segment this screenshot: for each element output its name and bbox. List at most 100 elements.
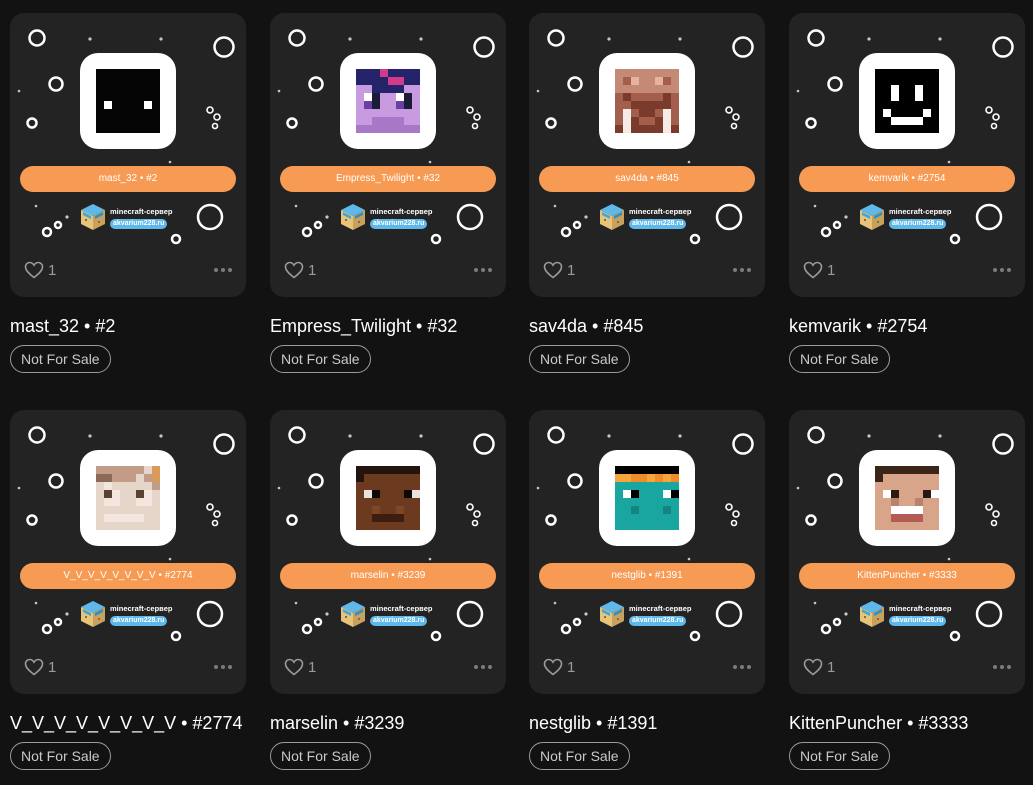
heart-icon [284,261,304,279]
more-options-button[interactable] [993,268,1011,272]
nft-name-pill: KittenPuncher • #3333 [799,563,1015,589]
nft-card[interactable]: Empress_Twilight • #32 minecraft-сервер … [270,13,506,297]
nft-card[interactable]: marselin • #3239 minecraft-сервер akvari… [270,410,506,694]
skin-avatar [80,450,176,546]
sale-status-badge: Not For Sale [10,742,111,770]
nft-title[interactable]: sav4da • #845 [529,315,765,337]
grin-face-skin [875,466,939,530]
nft-name-pill: V_V_V_V_V_V_V_V • #2774 [20,563,236,589]
skin-avatar [340,53,436,149]
like-count: 1 [48,658,57,676]
minecraft-grass-block-icon [600,204,624,230]
server-url[interactable]: akvarium228.ru [370,219,428,229]
server-name: minecraft-сервер [889,604,952,613]
like-button[interactable]: 1 [543,658,575,676]
nft-card[interactable]: nestglib • #1391 minecraft-сервер akvari… [529,410,765,694]
server-url[interactable]: akvarium228.ru [889,616,947,626]
nft-title[interactable]: kemvarik • #2754 [789,315,1025,337]
walrus-skin [615,69,679,133]
sale-status-badge: Not For Sale [270,345,371,373]
more-options-button[interactable] [474,268,492,272]
like-count: 1 [308,261,317,279]
like-button[interactable]: 1 [24,658,56,676]
sale-status-badge: Not For Sale [529,345,630,373]
nft-item-empress_twilight: Empress_Twilight • #32 minecraft-сервер … [270,13,506,373]
sale-status-badge: Not For Sale [529,742,630,770]
server-url[interactable]: akvarium228.ru [629,219,687,229]
nft-item-mast_32: mast_32 • #2 minecraft-сервер akvarium22… [10,13,246,373]
nft-item-kittenpuncher: KittenPuncher • #3333 minecraft-сервер a… [789,410,1025,770]
server-name: minecraft-сервер [889,207,952,216]
heart-icon [543,261,563,279]
nft-card[interactable]: KittenPuncher • #3333 minecraft-сервер a… [789,410,1025,694]
like-button[interactable]: 1 [803,261,835,279]
platypus-skin [615,466,679,530]
server-name: minecraft-сервер [110,207,173,216]
more-options-button[interactable] [214,268,232,272]
like-count: 1 [567,658,576,676]
nft-card[interactable]: mast_32 • #2 minecraft-сервер akvarium22… [10,13,246,297]
more-options-button[interactable] [733,665,751,669]
nft-title[interactable]: KittenPuncher • #3333 [789,712,1025,734]
sale-status-badge: Not For Sale [270,742,371,770]
more-options-button[interactable] [733,268,751,272]
server-url[interactable]: akvarium228.ru [110,616,168,626]
more-options-button[interactable] [993,665,1011,669]
heart-icon [803,658,823,676]
heart-icon [543,658,563,676]
dark-face-skin [356,466,420,530]
server-name: minecraft-сервер [629,207,692,216]
nft-grid: mast_32 • #2 minecraft-сервер akvarium22… [0,0,1033,785]
server-url[interactable]: akvarium228.ru [110,219,168,229]
like-button[interactable]: 1 [24,261,56,279]
heart-icon [24,261,44,279]
like-button[interactable]: 1 [543,261,575,279]
more-options-button[interactable] [474,665,492,669]
nft-name-pill: kemvarik • #2754 [799,166,1015,192]
minecraft-grass-block-icon [341,204,365,230]
nft-name-pill: mast_32 • #2 [20,166,236,192]
nft-card[interactable]: V_V_V_V_V_V_V_V • #2774 minecraft-сервер… [10,410,246,694]
nft-item-marselin: marselin • #3239 minecraft-сервер akvari… [270,410,506,770]
nft-name-pill: nestglib • #1391 [539,563,755,589]
nft-card[interactable]: sav4da • #845 minecraft-сервер akvarium2… [529,13,765,297]
pale-skin [96,466,160,530]
server-name: minecraft-сервер [370,604,433,613]
heart-icon [803,261,823,279]
heart-icon [284,658,304,676]
sale-status-badge: Not For Sale [789,345,890,373]
like-count: 1 [308,658,317,676]
skin-avatar [859,450,955,546]
skin-avatar [859,53,955,149]
skin-avatar [80,53,176,149]
nft-item-sav4da: sav4da • #845 minecraft-сервер akvarium2… [529,13,765,373]
like-count: 1 [827,261,836,279]
nft-item-nestglib: nestglib • #1391 minecraft-сервер akvari… [529,410,765,770]
server-name: minecraft-сервер [370,207,433,216]
server-name: minecraft-сервер [110,604,173,613]
like-count: 1 [567,261,576,279]
server-url[interactable]: akvarium228.ru [370,616,428,626]
server-url[interactable]: akvarium228.ru [629,616,687,626]
nft-title[interactable]: marselin • #3239 [270,712,506,734]
more-options-button[interactable] [214,665,232,669]
like-count: 1 [827,658,836,676]
minecraft-grass-block-icon [860,601,884,627]
server-name: minecraft-сервер [629,604,692,613]
like-button[interactable]: 1 [284,658,316,676]
nft-title[interactable]: V_V_V_V_V_V_V_V • #2774 [10,712,246,734]
server-url[interactable]: akvarium228.ru [889,219,947,229]
minecraft-grass-block-icon [600,601,624,627]
minecraft-grass-block-icon [81,601,105,627]
nft-title[interactable]: nestglib • #1391 [529,712,765,734]
nft-title[interactable]: Empress_Twilight • #32 [270,315,506,337]
black-face-skin [96,69,160,133]
nft-card[interactable]: kemvarik • #2754 minecraft-сервер akvari… [789,13,1025,297]
like-button[interactable]: 1 [803,658,835,676]
nft-item-kemvarik: kemvarik • #2754 minecraft-сервер akvari… [789,13,1025,373]
nft-name-pill: Empress_Twilight • #32 [280,166,496,192]
like-button[interactable]: 1 [284,261,316,279]
nft-title[interactable]: mast_32 • #2 [10,315,246,337]
purple-pony-skin [356,69,420,133]
like-count: 1 [48,261,57,279]
